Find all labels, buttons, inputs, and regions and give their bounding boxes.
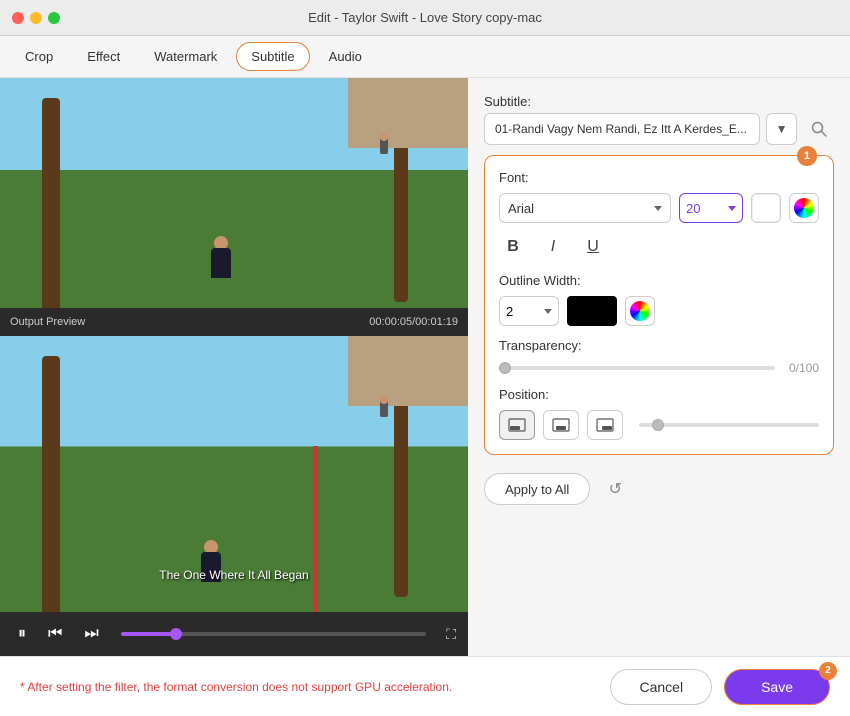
- fullscreen-icon[interactable]: ⛶: [446, 626, 456, 643]
- style-row: B I U: [499, 233, 819, 261]
- transparency-slider[interactable]: [499, 366, 775, 370]
- warning-text: * After setting the filter, the format c…: [20, 680, 452, 694]
- video-preview-top: [0, 78, 468, 308]
- cancel-button[interactable]: Cancel: [610, 669, 712, 705]
- traffic-lights: [12, 12, 60, 24]
- controls-bar: ⏸ ⏮ ⏭ ⛶: [0, 612, 468, 656]
- font-panel-badge: 1: [797, 146, 817, 166]
- outline-select[interactable]: 2: [499, 296, 559, 326]
- subtitle-search-btn[interactable]: [803, 113, 834, 145]
- right-panel: Subtitle: 01-Randi Vagy Nem Randi, Ez It…: [468, 78, 850, 656]
- tab-subtitle[interactable]: Subtitle: [236, 42, 309, 71]
- refresh-button[interactable]: ↺: [600, 474, 630, 504]
- tab-watermark[interactable]: Watermark: [139, 42, 232, 71]
- minimize-button[interactable]: [30, 12, 42, 24]
- color-wheel-icon: [794, 198, 814, 218]
- pause-button[interactable]: ⏸: [12, 621, 32, 647]
- bottom-buttons: Cancel Save 2: [610, 669, 830, 705]
- window-title: Edit - Taylor Swift - Love Story copy-ma…: [308, 10, 542, 25]
- underline-button[interactable]: U: [579, 233, 607, 261]
- video-area: Output Preview 00:00:05/00:01:19 The One…: [0, 78, 468, 656]
- position-bottom-right-btn[interactable]: [587, 410, 623, 440]
- position-section: Position:: [499, 387, 819, 440]
- bold-button[interactable]: B: [499, 233, 527, 261]
- outline-color-wheel-icon: [630, 301, 650, 321]
- tab-effect[interactable]: Effect: [72, 42, 135, 71]
- subtitle-label: Subtitle:: [484, 94, 834, 109]
- main-content: Output Preview 00:00:05/00:01:19 The One…: [0, 78, 850, 656]
- titlebar: Edit - Taylor Swift - Love Story copy-ma…: [0, 0, 850, 36]
- subtitle-select-row: 01-Randi Vagy Nem Randi, Ez Itt A Kerdes…: [484, 113, 834, 145]
- subtitle-dropdown-btn[interactable]: ▼: [766, 113, 797, 145]
- progress-fill: [121, 632, 176, 636]
- tab-crop[interactable]: Crop: [10, 42, 68, 71]
- video-preview-bottom: The One Where It All Began: [0, 336, 468, 612]
- subtitle-select[interactable]: 01-Randi Vagy Nem Randi, Ez Itt A Kerdes…: [484, 113, 760, 145]
- output-bar: Output Preview 00:00:05/00:01:19: [0, 308, 468, 336]
- save-badge: 2: [819, 662, 837, 680]
- output-preview-label: Output Preview: [10, 316, 85, 328]
- subtitle-section: Subtitle: 01-Randi Vagy Nem Randi, Ez It…: [484, 94, 834, 145]
- font-row: Arial 20: [499, 193, 819, 223]
- transparency-section: Transparency: 0/100: [499, 338, 819, 375]
- outline-color-wheel-btn[interactable]: [625, 296, 655, 326]
- outline-row: 2: [499, 296, 819, 326]
- close-button[interactable]: [12, 12, 24, 24]
- timestamp: 00:00:05/00:01:19: [369, 316, 458, 328]
- prev-button[interactable]: ⏮: [42, 621, 68, 647]
- transparency-value: 0/100: [783, 361, 819, 375]
- nav-tabs: Crop Effect Watermark Subtitle Audio: [0, 36, 850, 78]
- save-button[interactable]: Save 2: [724, 669, 830, 705]
- fullscreen-button[interactable]: [48, 12, 60, 24]
- apply-all-button[interactable]: Apply to All: [484, 473, 590, 505]
- progress-track[interactable]: [121, 632, 426, 636]
- font-select[interactable]: Arial: [499, 193, 671, 223]
- position-slider[interactable]: [639, 423, 819, 427]
- italic-button[interactable]: I: [539, 233, 567, 261]
- tab-audio[interactable]: Audio: [314, 42, 377, 71]
- font-label: Font:: [499, 170, 819, 185]
- position-bottom-center-btn[interactable]: [543, 410, 579, 440]
- font-panel: 1 Font: Arial 20 B I: [484, 155, 834, 455]
- position-row: [499, 410, 819, 440]
- next-button[interactable]: ⏭: [78, 621, 104, 647]
- apply-row: Apply to All ↺: [484, 465, 834, 513]
- subtitle-overlay: The One Where It All Began: [159, 568, 308, 582]
- bottom-bar: * After setting the filter, the format c…: [0, 656, 850, 716]
- font-size-select[interactable]: 20: [679, 193, 743, 223]
- position-label: Position:: [499, 387, 819, 402]
- font-color-btn[interactable]: [751, 193, 781, 223]
- transparency-row: 0/100: [499, 361, 819, 375]
- position-bottom-left-btn[interactable]: [499, 410, 535, 440]
- font-color-wheel-btn[interactable]: [789, 193, 819, 223]
- progress-thumb: [170, 628, 182, 640]
- font-color-swatch: [752, 194, 780, 222]
- outline-label: Outline Width:: [499, 273, 819, 288]
- transparency-label: Transparency:: [499, 338, 819, 353]
- outline-color-swatch: [567, 296, 617, 326]
